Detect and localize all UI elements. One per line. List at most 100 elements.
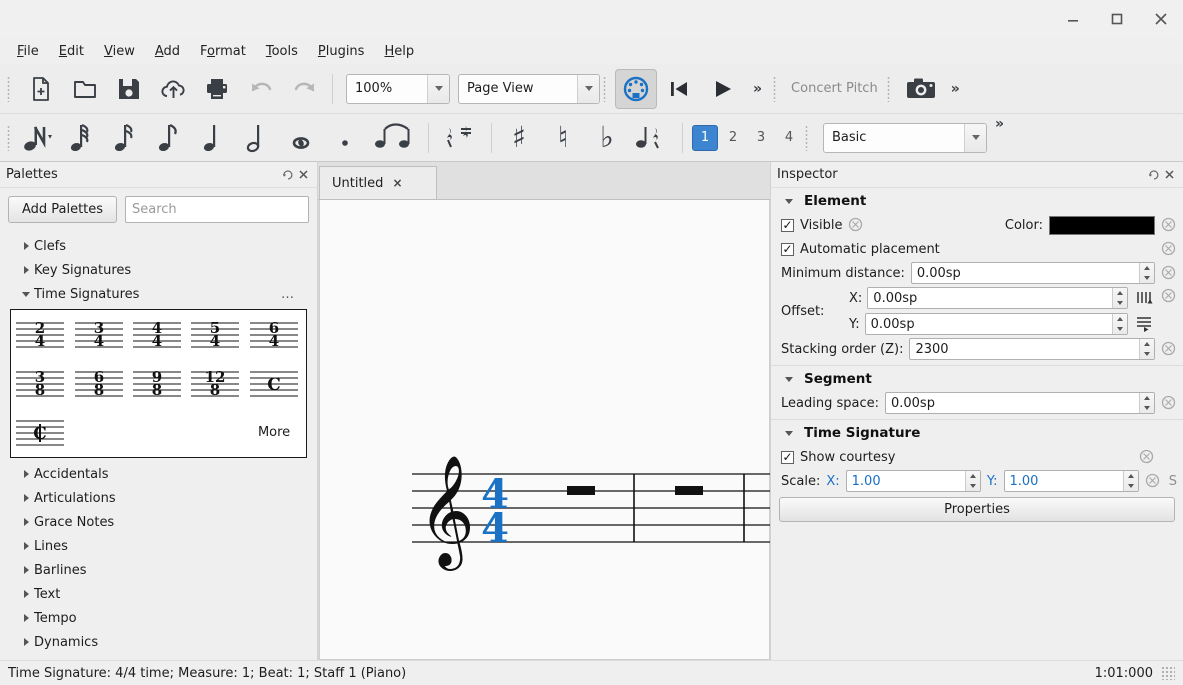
close-icon[interactable] — [295, 167, 311, 183]
palette-cell-time-4-4[interactable]: 4 4 — [128, 310, 186, 359]
menu-edit[interactable]: Edit — [50, 42, 93, 61]
sharp-icon[interactable]: ♯ — [497, 118, 541, 158]
automatic-placement-checkbox[interactable] — [781, 242, 794, 256]
minimum-distance-spinner[interactable]: 0.00sp — [910, 262, 1155, 284]
duration-64th-icon[interactable] — [59, 118, 103, 158]
resize-grip[interactable] — [1161, 666, 1175, 680]
palette-more-menu-icon[interactable]: … — [281, 287, 295, 302]
stacking-order-spinner[interactable]: 2300 — [909, 338, 1155, 360]
palette-item-clefs[interactable]: Clefs — [0, 234, 317, 258]
palette-cell-time-3-8[interactable]: 3 8 — [11, 359, 69, 408]
leading-space-spinner[interactable]: 0.00sp — [884, 392, 1155, 414]
redo-icon[interactable] — [283, 69, 327, 109]
scale-x-spinner[interactable]: 1.00 — [845, 470, 981, 492]
tie-icon[interactable] — [367, 118, 423, 158]
toolbar-grip[interactable] — [773, 73, 782, 105]
rest-icon[interactable] — [434, 118, 486, 158]
offset-y-spinner[interactable]: 0.00sp — [864, 313, 1128, 335]
undock-icon[interactable] — [279, 167, 295, 183]
palette-cell-time-9-8[interactable]: 9 8 — [128, 359, 186, 408]
note-toolbar-overflow-icon[interactable]: » — [987, 114, 1012, 132]
reset-stacking-order-icon[interactable] — [1161, 341, 1177, 357]
toolbar-grip[interactable] — [886, 73, 896, 105]
palette-item-dynamics[interactable]: Dynamics — [0, 630, 317, 654]
section-segment[interactable]: Segment — [771, 365, 1183, 391]
score-system[interactable]: 𝄞 4 4 — [320, 432, 771, 595]
flip-direction-icon[interactable] — [629, 118, 677, 158]
natural-icon[interactable]: ♮ — [541, 118, 585, 158]
midi-input-icon[interactable] — [615, 68, 657, 109]
palette-cell-time-6-4[interactable]: 6 4 — [245, 310, 303, 359]
color-swatch[interactable] — [1049, 215, 1155, 235]
duration-whole-icon[interactable] — [279, 118, 323, 158]
score-page[interactable]: 𝄞 4 4 — [318, 200, 771, 660]
spinner-arrows[interactable] — [1112, 288, 1127, 308]
reset-scale-icon[interactable] — [1145, 473, 1161, 489]
visible-checkbox[interactable] — [781, 218, 794, 232]
reset-offset-icon[interactable] — [1161, 287, 1177, 303]
offset-x-spinner[interactable]: 0.00sp — [867, 287, 1128, 309]
undock-icon[interactable] — [1145, 167, 1161, 183]
close-icon[interactable]: × — [392, 176, 402, 190]
palette-cell-time-cut[interactable]: C — [11, 408, 69, 457]
palette-item-key-signatures[interactable]: Key Signatures — [0, 258, 317, 282]
voice-2-button[interactable]: 2 — [720, 125, 746, 151]
palette-cell-time-common[interactable]: C — [245, 359, 303, 408]
show-courtesy-checkbox[interactable] — [781, 450, 794, 464]
rewind-icon[interactable] — [657, 69, 701, 109]
reset-show-courtesy-icon[interactable] — [1139, 449, 1155, 465]
properties-button[interactable]: Properties — [779, 497, 1175, 522]
main-toolbar-overflow-icon[interactable]: » — [943, 81, 968, 97]
save-icon[interactable] — [107, 69, 151, 109]
add-palettes-button[interactable]: Add Palettes — [8, 196, 117, 223]
duration-quarter-icon[interactable] — [191, 118, 235, 158]
palette-item-articulations[interactable]: Articulations — [0, 486, 317, 510]
chevron-down-icon[interactable] — [577, 74, 599, 103]
reset-visible-icon[interactable] — [848, 217, 864, 233]
toolbar-grip[interactable] — [7, 73, 16, 105]
palette-item-text[interactable]: Text — [0, 582, 317, 606]
voice-4-button[interactable]: 4 — [776, 125, 802, 151]
toolbar-grip[interactable] — [805, 122, 814, 154]
score-canvas[interactable]: 𝄞 4 4 — [318, 200, 770, 660]
reset-leading-space-icon[interactable] — [1161, 395, 1177, 411]
staff-svg[interactable]: 𝄞 4 4 — [320, 432, 771, 592]
playback-overflow-icon[interactable]: » — [745, 81, 770, 97]
palette-cell-time-6-8[interactable]: 6 8 — [69, 359, 127, 408]
flat-icon[interactable]: ♭ — [585, 118, 629, 158]
palette-cell-time-12-8[interactable]: 12 8 — [186, 359, 244, 408]
menu-add[interactable]: Add — [146, 42, 189, 61]
note-input-icon[interactable] — [19, 118, 59, 158]
menu-view[interactable]: View — [95, 42, 144, 61]
toolbar-grip[interactable] — [603, 73, 612, 105]
section-time-signature[interactable]: Time Signature — [771, 419, 1183, 445]
menu-file[interactable]: FFileile — [8, 42, 48, 61]
chevron-down-icon[interactable] — [964, 123, 986, 152]
augmentation-dot-icon[interactable] — [323, 118, 367, 158]
palette-item-accidentals[interactable]: Accidentals — [0, 462, 317, 486]
palette-item-time-signatures[interactable]: Time Signatures … — [0, 282, 317, 306]
duration-eighth-icon[interactable] — [147, 118, 191, 158]
maximize-icon[interactable] — [1095, 4, 1139, 34]
reset-minimum-distance-icon[interactable] — [1161, 265, 1177, 281]
open-icon[interactable] — [63, 69, 107, 109]
spinner-arrows[interactable] — [1139, 393, 1154, 413]
score-tab-untitled[interactable]: Untitled × — [319, 166, 437, 199]
reset-color-icon[interactable] — [1161, 217, 1177, 233]
toolbar-grip[interactable] — [7, 122, 16, 154]
scale-link-toggle[interactable]: S — [1167, 474, 1177, 489]
palette-item-grace-notes[interactable]: Grace Notes — [0, 510, 317, 534]
palette-item-lines[interactable]: Lines — [0, 534, 317, 558]
spinner-arrows[interactable] — [1112, 314, 1127, 334]
palette-search-input[interactable] — [125, 196, 309, 223]
image-capture-icon[interactable] — [899, 69, 943, 109]
voice-1-button[interactable]: 1 — [692, 124, 718, 151]
menu-help[interactable]: Help — [375, 42, 423, 61]
save-online-icon[interactable] — [151, 69, 195, 109]
spinner-arrows[interactable] — [1122, 471, 1138, 491]
snap-horizontal-icon[interactable] — [1133, 287, 1155, 309]
close-icon[interactable] — [1139, 4, 1183, 34]
zoom-combo[interactable]: 100% — [346, 73, 450, 104]
spinner-arrows[interactable] — [964, 471, 980, 491]
menu-format[interactable]: Format — [191, 42, 255, 61]
